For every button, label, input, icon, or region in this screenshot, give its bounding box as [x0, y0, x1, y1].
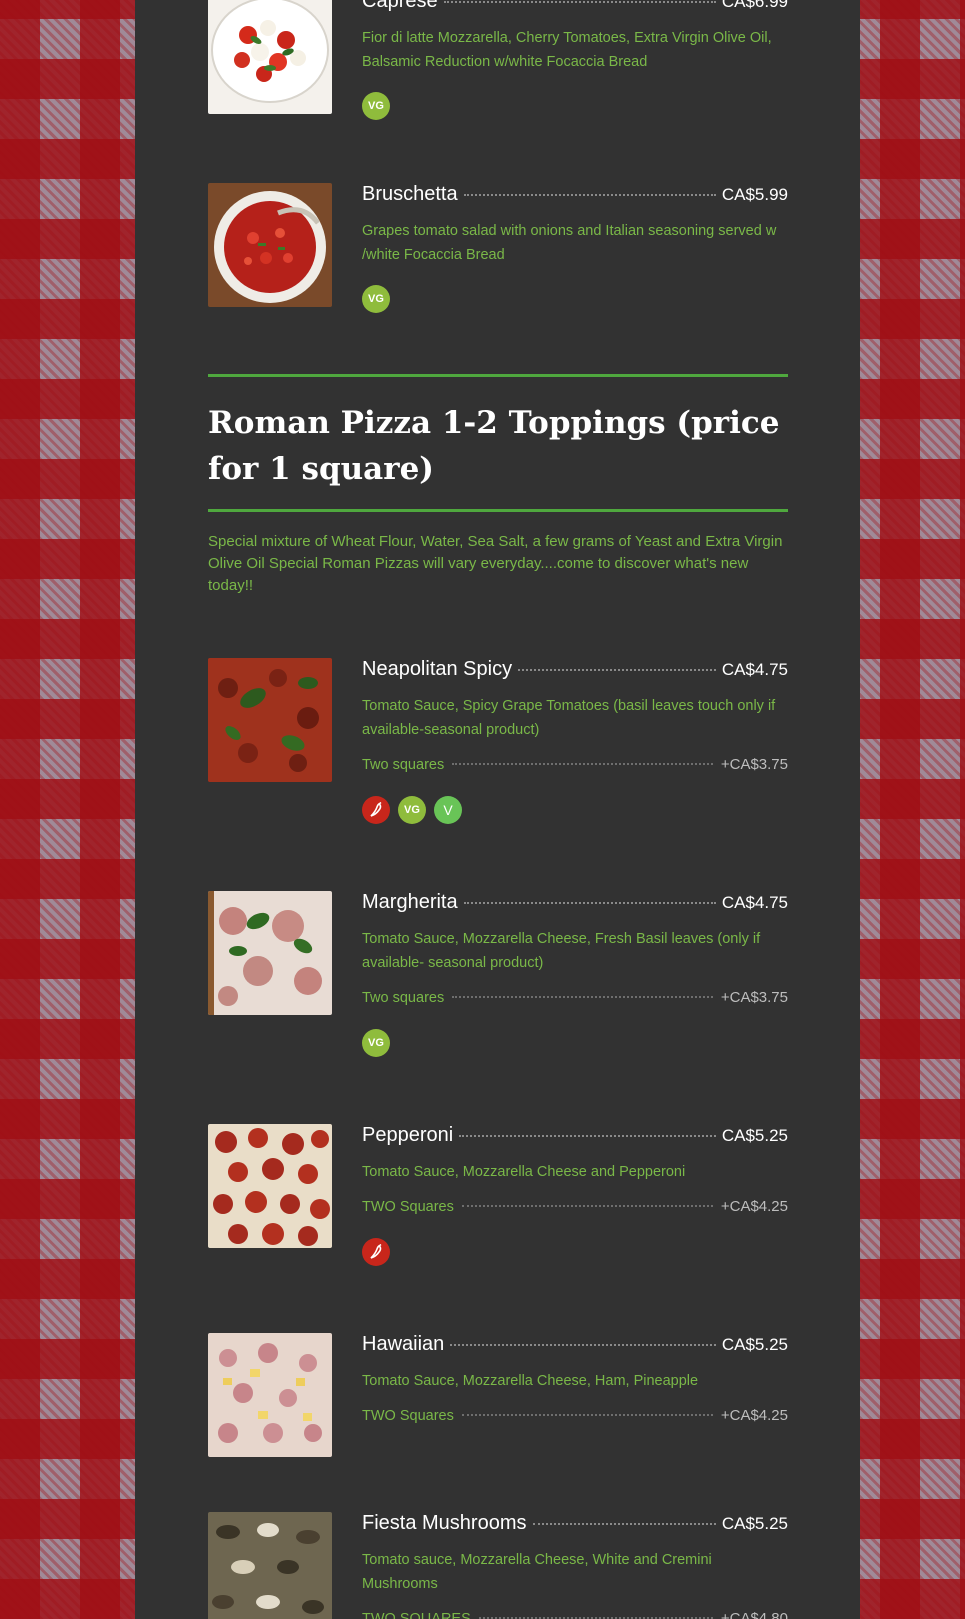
dotted-leader [463, 194, 716, 196]
pepperoni-image [208, 1124, 332, 1248]
item-description: Tomato Sauce, Mozzarella Cheese, Ham, Pi… [362, 1373, 699, 1389]
item-title: Margherita [362, 891, 458, 913]
variant-label: Two squares [362, 990, 445, 1006]
chili-pepper-icon [362, 796, 390, 824]
variant-row: Two squares +CA$3.75 [362, 989, 788, 1011]
item-title: Neapolitan Spicy [362, 658, 513, 680]
dotted-leader [532, 1523, 716, 1525]
dotted-leader [463, 902, 716, 904]
vegetarian-badge: VG [398, 796, 426, 824]
dotted-leader [452, 996, 713, 998]
vegetarian-badge: VG [362, 1029, 390, 1057]
variant-label: TWO Squares [362, 1199, 454, 1215]
variant-label: TWO Squares [362, 1408, 454, 1424]
vegan-badge: V [434, 796, 462, 824]
variant-price: +CA$4.80 [720, 1610, 788, 1619]
fiesta-mushrooms-image [208, 1512, 332, 1619]
item-description: Tomato sauce, Mozzarella Cheese, White a… [362, 1552, 712, 1592]
variant-price: +CA$4.25 [720, 1198, 788, 1215]
item-price: CA$6.99 [721, 0, 788, 11]
item-price: CA$5.25 [721, 1126, 788, 1145]
dotted-leader [461, 1205, 713, 1207]
dotted-leader [518, 669, 716, 671]
chili-pepper-icon [362, 1238, 390, 1266]
variant-label: Two squares [362, 757, 445, 773]
variant-row: TWO Squares +CA$4.25 [362, 1407, 788, 1429]
dotted-leader [452, 763, 713, 765]
dotted-leader [450, 1344, 716, 1346]
vegetarian-badge: VG [362, 285, 390, 313]
item-description: Tomato Sauce, Mozzarella Cheese and Pepp… [362, 1164, 686, 1180]
item-price: CA$5.99 [721, 185, 788, 204]
dotted-leader [459, 1135, 716, 1137]
item-description: Tomato Sauce, Mozzarella Cheese, Fresh B… [362, 931, 761, 971]
item-title: Fiesta Mushrooms [362, 1512, 527, 1534]
variant-row: TWO Squares +CA$4.25 [362, 1198, 788, 1220]
dotted-leader [443, 1, 716, 3]
caprese-image [208, 0, 332, 114]
variant-price: +CA$3.75 [720, 989, 788, 1006]
variant-row: TWO SQUARES +CA$4.80 [362, 1610, 788, 1619]
margherita-image [208, 891, 332, 1015]
variant-label: TWO SQUARES [362, 1611, 471, 1619]
section-divider-bottom [208, 509, 788, 512]
item-price: CA$5.25 [721, 1335, 788, 1354]
section-title: Roman Pizza 1-2 Toppings (price for 1 sq… [208, 405, 780, 487]
item-title: Hawaiian [362, 1333, 445, 1355]
item-description: Grapes tomato salad with onions and Ital… [362, 223, 777, 263]
section-divider-top [208, 374, 788, 377]
section-description: Special mixture of Wheat Flour, Water, S… [208, 533, 783, 594]
item-price: CA$4.75 [721, 660, 788, 679]
item-title: Pepperoni [362, 1124, 454, 1146]
neapolitan-spicy-image [208, 658, 332, 782]
item-description: Fior di latte Mozzarella, Cherry Tomatoe… [362, 30, 772, 70]
variant-price: +CA$4.25 [720, 1407, 788, 1424]
item-title: Bruschetta [362, 183, 458, 205]
item-description: Tomato Sauce, Spicy Grape Tomatoes (basi… [362, 698, 776, 738]
item-price: CA$4.75 [721, 893, 788, 912]
dotted-leader [461, 1414, 713, 1416]
item-price: CA$5.25 [721, 1514, 788, 1533]
hawaiian-image [208, 1333, 332, 1457]
vegetarian-badge: VG [362, 92, 390, 120]
bruschetta-image [208, 183, 332, 307]
menu-panel: Caprese CA$6.99 Fior di latte Mozzarella… [135, 0, 860, 1619]
item-title: Caprese [362, 0, 438, 12]
variant-price: +CA$3.75 [720, 756, 788, 773]
variant-row: Two squares +CA$3.75 [362, 756, 788, 778]
